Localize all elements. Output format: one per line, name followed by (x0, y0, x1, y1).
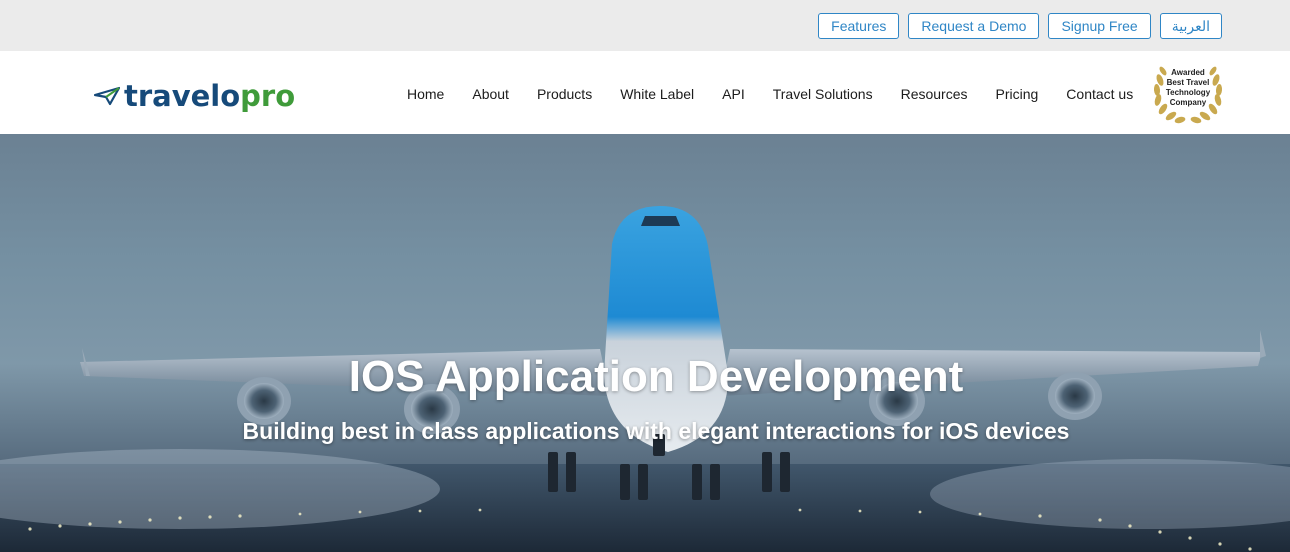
main-nav: Home About Products White Label API Trav… (396, 85, 1144, 103)
nav-pricing[interactable]: Pricing (985, 85, 1050, 103)
nav-travel-solutions[interactable]: Travel Solutions (762, 85, 884, 103)
paper-plane-icon (94, 86, 120, 106)
top-utility-bar: Features Request a Demo Signup Free العر… (0, 0, 1290, 51)
hero-subtitle: Building best in class applications with… (242, 418, 1070, 444)
logo-wordmark: travelopro (124, 81, 295, 111)
laurel-wreath-icon (1148, 66, 1228, 132)
nav-contact-us[interactable]: Contact us (1055, 85, 1144, 103)
nav-about[interactable]: About (461, 85, 520, 103)
hero-title: IOS Application Development (348, 352, 964, 401)
nav-resources[interactable]: Resources (890, 85, 979, 103)
award-line-2: Best Travel (1166, 78, 1210, 87)
signup-free-button[interactable]: Signup Free (1048, 13, 1151, 39)
nav-api[interactable]: API (711, 85, 756, 103)
nav-white-label[interactable]: White Label (609, 85, 705, 103)
hero-banner: IOS Application Development Building bes… (0, 134, 1290, 552)
request-demo-button[interactable]: Request a Demo (908, 13, 1040, 39)
award-badge: Awarded Best Travel Technology Company (1148, 58, 1228, 128)
features-button[interactable]: Features (818, 13, 900, 39)
arabic-language-button[interactable]: العربية (1159, 13, 1222, 39)
site-header: travelopro Home About Products White Lab… (0, 51, 1290, 134)
top-buttons: Features Request a Demo Signup Free العر… (818, 13, 1222, 39)
logo-text-travelo: travelo (124, 79, 241, 113)
award-line-1: Awarded (1171, 68, 1205, 77)
award-line-4: Company (1169, 98, 1207, 107)
travelopro-logo[interactable]: travelopro (94, 81, 295, 111)
airplane-hero-image (0, 206, 1290, 552)
nav-products[interactable]: Products (526, 85, 603, 103)
nav-home[interactable]: Home (396, 85, 455, 103)
award-text: Awarded Best Travel Technology Company (1148, 68, 1228, 108)
award-line-3: Technology (1165, 88, 1211, 97)
logo-text-pro: pro (240, 79, 296, 113)
